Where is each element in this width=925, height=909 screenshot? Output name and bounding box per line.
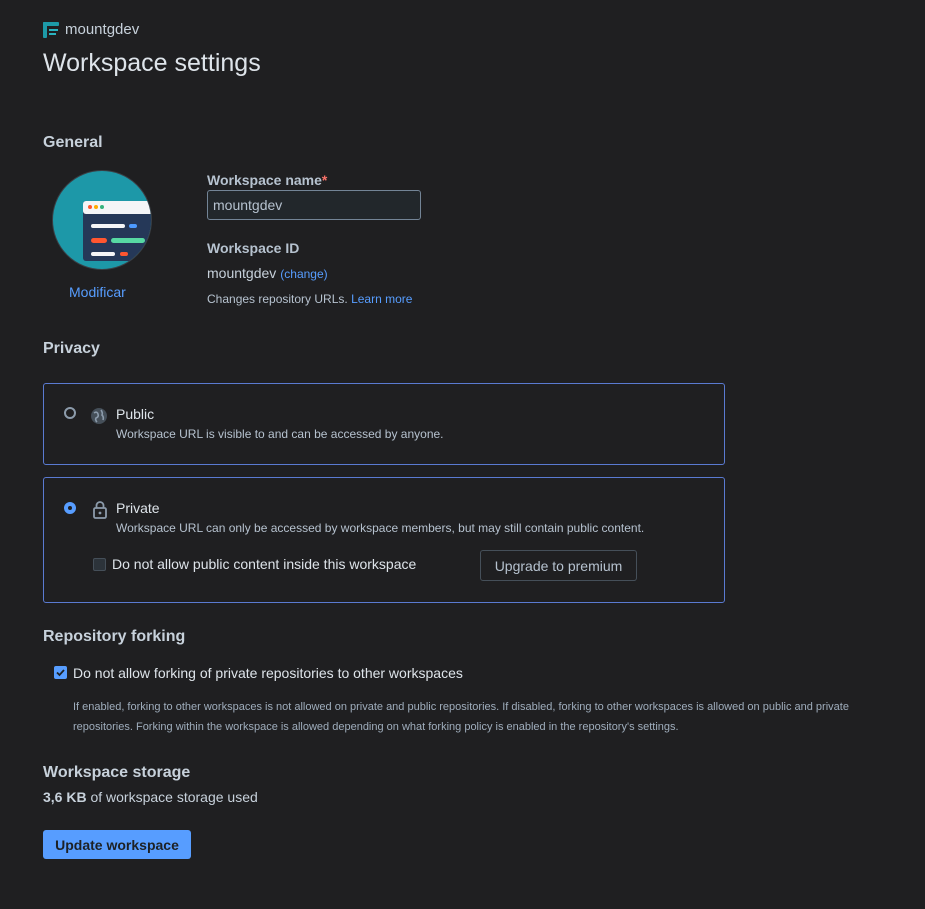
upgrade-to-premium-button[interactable]: Upgrade to premium	[480, 550, 637, 581]
workspace-crumb-label: mountgdev	[65, 21, 140, 38]
privacy-option-private[interactable]: Private Workspace URL can only be access…	[43, 477, 725, 603]
storage-usage: 3,6 KB of workspace storage used	[43, 789, 258, 805]
public-description: Workspace URL is visible to and can be a…	[116, 427, 444, 441]
public-title: Public	[116, 406, 155, 422]
change-id-link[interactable]: (change)	[280, 267, 327, 281]
workspace-id-value: mountgdev (change)	[207, 265, 328, 281]
workspace-id-label: Workspace ID	[207, 240, 300, 256]
required-mark: *	[321, 172, 328, 188]
checkmark-icon	[56, 669, 65, 677]
repository-forking-heading: Repository forking	[43, 628, 186, 645]
workspace-id-text: mountgdev	[207, 265, 277, 281]
general-heading: General	[43, 134, 103, 151]
workspace-name-input[interactable]	[207, 190, 421, 220]
workspace-id-hint: Changes repository URLs. Learn more	[207, 292, 412, 306]
privacy-option-public[interactable]: Public Workspace URL is visible to and c…	[43, 383, 725, 465]
private-radio[interactable]	[64, 502, 76, 514]
change-avatar-link[interactable]: Modificar	[69, 284, 126, 300]
public-radio[interactable]	[64, 407, 76, 419]
forking-checkbox[interactable]	[54, 666, 67, 679]
storage-amount: 3,6 KB	[43, 789, 87, 805]
workspace-breadcrumb[interactable]: mountgdev	[43, 21, 139, 38]
workspace-logo-icon	[43, 21, 59, 38]
globe-icon	[91, 408, 107, 424]
privacy-heading: Privacy	[43, 340, 100, 357]
workspace-id-hint-text: Changes repository URLs.	[207, 292, 348, 306]
forking-help-text: If enabled, forking to other workspaces …	[73, 701, 849, 733]
storage-suffix: of workspace storage used	[90, 789, 258, 805]
private-description: Workspace URL can only be accessed by wo…	[116, 521, 645, 535]
public-content-checkbox-label[interactable]: Do not allow public content inside this …	[112, 556, 416, 572]
update-workspace-button[interactable]: Update workspace	[43, 830, 191, 859]
workspace-name-label: Workspace name*	[207, 172, 328, 188]
learn-more-link[interactable]: Learn more	[351, 292, 412, 306]
public-content-checkbox[interactable]	[93, 558, 106, 571]
avatar-illustration-icon	[83, 201, 151, 261]
lock-icon	[93, 501, 107, 519]
forking-checkbox-label[interactable]: Do not allow forking of private reposito…	[73, 665, 463, 681]
private-title: Private	[116, 500, 160, 516]
workspace-avatar[interactable]	[52, 170, 152, 270]
workspace-storage-heading: Workspace storage	[43, 764, 191, 781]
page-title: Workspace settings	[43, 49, 261, 77]
